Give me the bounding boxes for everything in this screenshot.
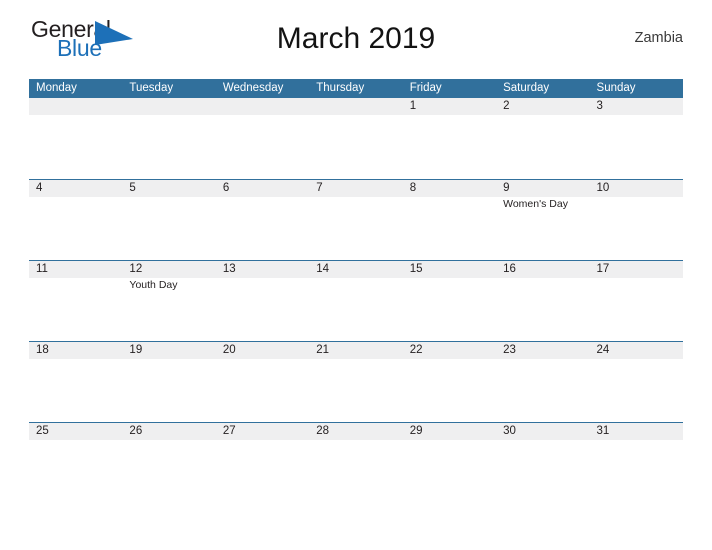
- day-cell[interactable]: 16: [496, 261, 589, 341]
- day-cell[interactable]: 12 Youth Day: [122, 261, 215, 341]
- day-cell[interactable]: 30: [496, 423, 589, 503]
- day-number: 30: [503, 425, 516, 437]
- weekday-header-thursday: Thursday: [316, 82, 365, 94]
- day-cell[interactable]: 15: [403, 261, 496, 341]
- day-cell[interactable]: [122, 98, 215, 179]
- day-number: 5: [129, 182, 136, 194]
- day-number: 4: [36, 182, 43, 194]
- day-cell[interactable]: 5: [122, 180, 215, 260]
- calendar-week-row: 4 5 6 7 8 9 Women's Day 10: [29, 179, 683, 260]
- day-cell[interactable]: 18: [29, 342, 122, 422]
- day-number: 26: [129, 425, 143, 437]
- day-number: 2: [503, 100, 510, 112]
- holiday-label: Youth Day: [129, 279, 178, 291]
- day-cell[interactable]: 4: [29, 180, 122, 260]
- calendar-page: General Blue March 2019 Zambia Monday Tu…: [0, 0, 712, 550]
- weekday-header-monday: Monday: [36, 82, 77, 94]
- day-cell[interactable]: 26: [122, 423, 215, 503]
- day-cell[interactable]: 9 Women's Day: [496, 180, 589, 260]
- day-cell[interactable]: [29, 98, 122, 179]
- day-number: [129, 100, 215, 114]
- day-number: 13: [222, 263, 236, 275]
- day-number: 12: [129, 263, 143, 275]
- weekday-header-row: Monday Tuesday Wednesday Thursday Friday…: [29, 79, 683, 98]
- day-number: 11: [36, 263, 48, 275]
- day-number: 19: [129, 344, 143, 356]
- calendar-week-row: 25 26 27 28 29 30 31: [29, 422, 683, 503]
- calendar-week-row: 11 12 Youth Day 13 14 15 16 17: [29, 260, 683, 341]
- weekday-header-sunday: Sunday: [596, 82, 636, 94]
- day-cell[interactable]: 6: [216, 180, 309, 260]
- day-number: 27: [222, 425, 236, 437]
- day-number: 18: [36, 344, 49, 356]
- day-number: 8: [409, 182, 417, 194]
- day-cell[interactable]: 24: [590, 342, 683, 422]
- day-cell[interactable]: 13: [216, 261, 309, 341]
- weekday-header-wednesday: Wednesday: [222, 82, 284, 94]
- day-cell[interactable]: 10: [590, 180, 683, 260]
- day-number: [223, 100, 309, 114]
- day-events: Youth Day: [129, 279, 215, 292]
- day-number: 31: [596, 425, 610, 437]
- day-number: 29: [409, 425, 423, 437]
- day-number: 22: [409, 344, 423, 356]
- day-cell[interactable]: 8: [403, 180, 496, 260]
- day-cell[interactable]: 1: [403, 98, 496, 179]
- day-cell[interactable]: 28: [309, 423, 402, 503]
- calendar-week-row: 1 2 3: [29, 98, 683, 179]
- day-cell[interactable]: 29: [403, 423, 496, 503]
- day-cell[interactable]: 2: [496, 98, 589, 179]
- calendar-grid: Monday Tuesday Wednesday Thursday Friday…: [29, 79, 683, 503]
- day-cell[interactable]: 25: [29, 423, 122, 503]
- day-cell[interactable]: 20: [216, 342, 309, 422]
- day-number: 14: [316, 263, 330, 275]
- day-number: [36, 100, 122, 114]
- weekday-header-tuesday: Tuesday: [129, 82, 174, 94]
- day-number: 25: [36, 425, 49, 437]
- day-number: 9: [503, 182, 510, 194]
- day-number: 1: [409, 100, 417, 112]
- day-cell[interactable]: 17: [590, 261, 683, 341]
- day-number: 24: [596, 344, 610, 356]
- day-number: 17: [596, 263, 610, 275]
- day-cell[interactable]: 19: [122, 342, 215, 422]
- day-cell[interactable]: 11: [29, 261, 122, 341]
- day-cell[interactable]: 14: [309, 261, 402, 341]
- page-header: General Blue March 2019 Zambia: [29, 0, 683, 62]
- holiday-label: Women's Day: [503, 198, 568, 210]
- day-number: 28: [316, 425, 330, 437]
- day-number: 10: [596, 182, 610, 194]
- day-cell[interactable]: 31: [590, 423, 683, 503]
- day-cell[interactable]: 27: [216, 423, 309, 503]
- day-number: 23: [503, 344, 516, 356]
- day-number: 6: [222, 182, 230, 194]
- day-number: 16: [503, 263, 516, 275]
- day-cell[interactable]: [309, 98, 402, 179]
- day-cell[interactable]: 22: [403, 342, 496, 422]
- weekday-header-friday: Friday: [409, 82, 442, 94]
- page-title: March 2019: [276, 22, 436, 55]
- day-number: 20: [222, 344, 236, 356]
- day-number: 7: [316, 182, 323, 194]
- day-number: 3: [596, 100, 603, 112]
- day-cell[interactable]: 23: [496, 342, 589, 422]
- day-cell[interactable]: 3: [590, 98, 683, 179]
- day-cell[interactable]: 21: [309, 342, 402, 422]
- day-number: [316, 100, 402, 114]
- region-label: Zambia: [634, 30, 683, 46]
- day-events: Women's Day: [503, 198, 589, 211]
- day-cell[interactable]: [216, 98, 309, 179]
- weekday-header-saturday: Saturday: [503, 82, 550, 94]
- day-cell[interactable]: 7: [309, 180, 402, 260]
- calendar-week-row: 18 19 20 21 22 23 24: [29, 341, 683, 422]
- day-number: 21: [316, 344, 330, 356]
- day-number: 15: [409, 263, 423, 275]
